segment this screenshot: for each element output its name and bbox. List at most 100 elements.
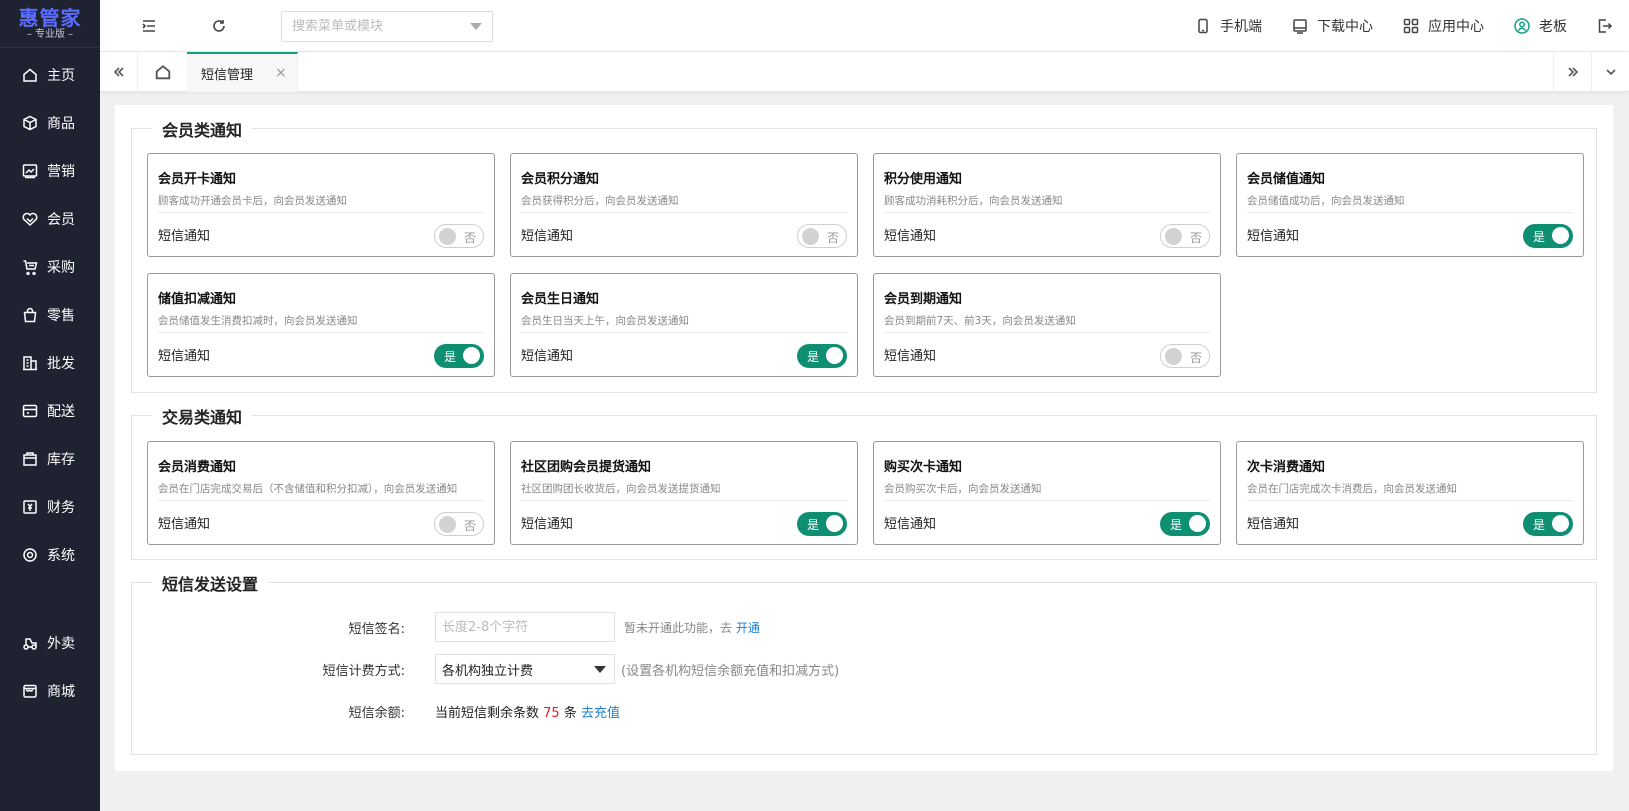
tabs-menu-button[interactable] <box>1591 52 1629 92</box>
sidebar-item-inventory[interactable]: 库存 <box>0 435 100 483</box>
member-notification-section: 会员类通知 会员开卡通知 顾客成功开通会员卡后，向会员发送通知 短信通知 否 会… <box>131 117 1597 393</box>
logout-icon[interactable] <box>1597 18 1613 34</box>
sidebar-item-system[interactable]: 系统 <box>0 531 100 579</box>
sidebar-item-purchase[interactable]: 采购 <box>0 243 100 291</box>
notification-card: 会员积分通知 会员获得积分后，向会员发送通知 短信通知 否 <box>510 153 858 257</box>
sidebar-item-shop[interactable]: 商城 <box>0 667 100 715</box>
toggle-knob <box>1189 515 1206 532</box>
tabs-scroll-right-button[interactable] <box>1553 52 1591 92</box>
inventory-icon <box>22 451 38 467</box>
divider <box>158 500 484 501</box>
toggle-knob <box>826 347 843 364</box>
download-icon <box>1292 18 1308 34</box>
card-title: 积分使用通知 <box>884 172 963 187</box>
recharge-link[interactable]: 去充值 <box>581 706 620 721</box>
sidebar-item-delivery[interactable]: 配送 <box>0 387 100 435</box>
card-description: 会员获得积分后，向会员发送通知 <box>521 195 679 207</box>
billing-select[interactable]: 各机构独立计费 <box>435 654 615 684</box>
toggle-state: 是 <box>807 350 820 364</box>
chart-line-icon <box>22 163 38 179</box>
main-content: 会员类通知 会员开卡通知 顾客成功开通会员卡后，向会员发送通知 短信通知 否 会… <box>115 105 1613 771</box>
divider <box>1247 500 1573 501</box>
tab-label: 短信管理 <box>201 67 254 83</box>
download-center-link[interactable]: 下载中心 <box>1292 16 1373 36</box>
divider <box>521 500 847 501</box>
notification-card: 社区团购会员提货通知 社区团购团长收货后，向会员发送提货通知 短信通知 是 <box>510 441 858 545</box>
chevron-down-icon[interactable] <box>470 23 482 30</box>
card-title: 购买次卡通知 <box>884 460 963 475</box>
sms-toggle[interactable]: 是 <box>1523 224 1573 248</box>
billing-row: 短信计费方式: 各机构独立计费 (设置各机构短信余额充值和扣减方式) <box>132 654 1596 684</box>
toggle-knob <box>1552 227 1569 244</box>
notification-card: 储值扣减通知 会员储值发生消费扣减时，向会员发送通知 短信通知 是 <box>147 273 495 377</box>
trade-notification-section: 交易类通知 会员消费通知 会员在门店完成交易后（不含储值和积分扣减），向会员发送… <box>131 404 1597 560</box>
sms-toggle[interactable]: 是 <box>797 344 847 368</box>
search-input[interactable] <box>292 19 462 34</box>
tabs-scroll-left-button[interactable] <box>100 52 138 92</box>
toggle-knob <box>1165 228 1182 245</box>
sidebar-item-home[interactable]: 主页 <box>0 51 100 99</box>
card-label: 短信通知 <box>158 349 211 364</box>
section-title: 交易类通知 <box>152 404 253 428</box>
toggle-state: 否 <box>463 519 476 533</box>
card-label: 短信通知 <box>158 517 211 532</box>
divider <box>884 212 1210 213</box>
refresh-icon[interactable] <box>210 17 228 35</box>
sms-toggle[interactable]: 是 <box>797 512 847 536</box>
sidebar-item-marketing[interactable]: 营销 <box>0 147 100 195</box>
sms-toggle[interactable]: 是 <box>434 344 484 368</box>
sidebar-item-member[interactable]: 会员 <box>0 195 100 243</box>
signature-input[interactable] <box>435 612 615 642</box>
purchase-icon <box>22 259 38 276</box>
apps-icon <box>1403 18 1419 34</box>
sms-toggle[interactable]: 否 <box>434 512 484 536</box>
app-center-link[interactable]: 应用中心 <box>1403 16 1484 36</box>
logo[interactable]: 惠管家 – 专业版 – <box>0 0 100 48</box>
notification-card: 次卡消费通知 会员在门店完成次卡消费后，向会员发送通知 短信通知 是 <box>1236 441 1584 545</box>
billing-label: 短信计费方式: <box>322 663 405 679</box>
divider <box>521 332 847 333</box>
sidebar-item-goods[interactable]: 商品 <box>0 99 100 147</box>
sms-toggle[interactable]: 否 <box>1160 224 1210 248</box>
sms-toggle[interactable]: 是 <box>1523 512 1573 536</box>
tab-sms-management[interactable]: 短信管理 × <box>187 52 298 92</box>
divider <box>884 500 1210 501</box>
sidebar-item-finance[interactable]: 财务 <box>0 483 100 531</box>
section-title: 会员类通知 <box>152 117 253 141</box>
toggle-knob <box>802 228 819 245</box>
download-center-label: 下载中心 <box>1317 19 1373 35</box>
card-label: 短信通知 <box>884 349 937 364</box>
sidebar-item-label: 系统 <box>47 548 75 564</box>
menu-search[interactable] <box>281 11 493 42</box>
sidebar-item-retail[interactable]: 零售 <box>0 291 100 339</box>
sidebar-item-label: 采购 <box>47 260 75 276</box>
notification-card: 会员到期通知 会员到期前7天、前3天，向会员发送通知 短信通知 否 <box>873 273 1221 377</box>
sms-toggle[interactable]: 否 <box>434 224 484 248</box>
toggle-state: 是 <box>1533 230 1546 244</box>
sidebar-item-takeout[interactable]: 外卖 <box>0 619 100 667</box>
notification-card: 会员储值通知 会员储值成功后，向会员发送通知 短信通知 是 <box>1236 153 1584 257</box>
billing-note: (设置各机构短信余额充值和扣减方式) <box>621 663 840 679</box>
sms-toggle[interactable]: 是 <box>1160 512 1210 536</box>
balance-prefix: 当前短信剩余条数 <box>435 705 540 721</box>
top-bar: 手机端 下载中心 应用中心 老板 <box>100 0 1629 52</box>
user-menu[interactable]: 老板 <box>1514 16 1567 36</box>
menu-collapse-icon[interactable] <box>140 17 158 35</box>
divider <box>158 332 484 333</box>
home-tab-button[interactable] <box>144 52 182 92</box>
sidebar-item-label: 零售 <box>47 308 75 324</box>
card-label: 短信通知 <box>158 229 211 244</box>
notification-card: 积分使用通知 顾客成功消耗积分后，向会员发送通知 短信通知 否 <box>873 153 1221 257</box>
sidebar-item-label: 营销 <box>47 164 75 180</box>
card-title: 会员储值通知 <box>1247 172 1326 187</box>
sms-toggle[interactable]: 否 <box>797 224 847 248</box>
mobile-link[interactable]: 手机端 <box>1195 16 1262 36</box>
balance-text: 当前短信剩余条数 75 条 去充值 <box>435 702 620 721</box>
balance-row: 短信余额: 当前短信剩余条数 75 条 去充值 <box>132 696 1596 726</box>
activate-link[interactable]: 开通 <box>736 621 760 635</box>
close-icon[interactable]: × <box>275 65 287 81</box>
sms-toggle[interactable]: 否 <box>1160 344 1210 368</box>
toggle-state: 否 <box>1189 231 1202 245</box>
toggle-state: 是 <box>807 518 820 532</box>
sidebar-item-wholesale[interactable]: 批发 <box>0 339 100 387</box>
